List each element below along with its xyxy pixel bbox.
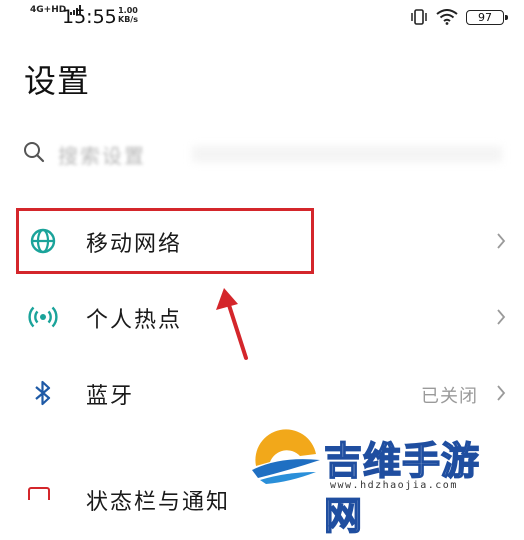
annotation-highlight-box [16,208,314,274]
status-bar-icon [28,487,50,500]
bluetooth-icon [35,380,51,406]
network-speed-unit: KB/s [118,15,138,24]
settings-item-label: 蓝牙 [86,384,135,409]
wifi-icon [436,9,458,25]
clock: 15:55 [62,6,117,28]
status-bar: 4G+HD 15:55 1.00 KB/s 97 [0,0,524,34]
battery-level: 97 [478,10,492,24]
annotation-arrow-icon [216,288,248,360]
settings-item-hotspot[interactable]: 个人热点 [0,286,524,350]
search-icon [24,142,45,163]
watermark: 吉维手游网 www.hdzhaojia.com [250,426,516,539]
network-speed-value: 1.00 [118,6,138,15]
settings-item-status-bar[interactable]: 状态栏与通知 [86,484,230,516]
watermark-url: www.hdzhaojia.com [330,480,458,491]
network-type: 4G+HD [30,5,67,15]
settings-item-value: 已关闭 [421,386,478,407]
status-icons: 97 [410,7,508,27]
battery-indicator: 97 [466,9,508,25]
network-speed: 1.00 KB/s [118,6,138,24]
chevron-right-icon [497,233,506,249]
page-title: 设置 [24,62,91,100]
chevron-right-icon [497,385,506,401]
watermark-logo-icon [252,429,320,484]
chevron-right-icon [497,309,506,325]
hotspot-icon [28,306,58,328]
search-input[interactable]: 搜索设置 [58,140,146,169]
search-blur-area [192,146,502,162]
settings-item-label: 个人热点 [86,308,183,333]
search-bar[interactable]: 搜索设置 [22,138,502,170]
vibrate-icon [411,9,427,25]
settings-item-bluetooth[interactable]: 蓝牙 已关闭 [0,362,524,426]
